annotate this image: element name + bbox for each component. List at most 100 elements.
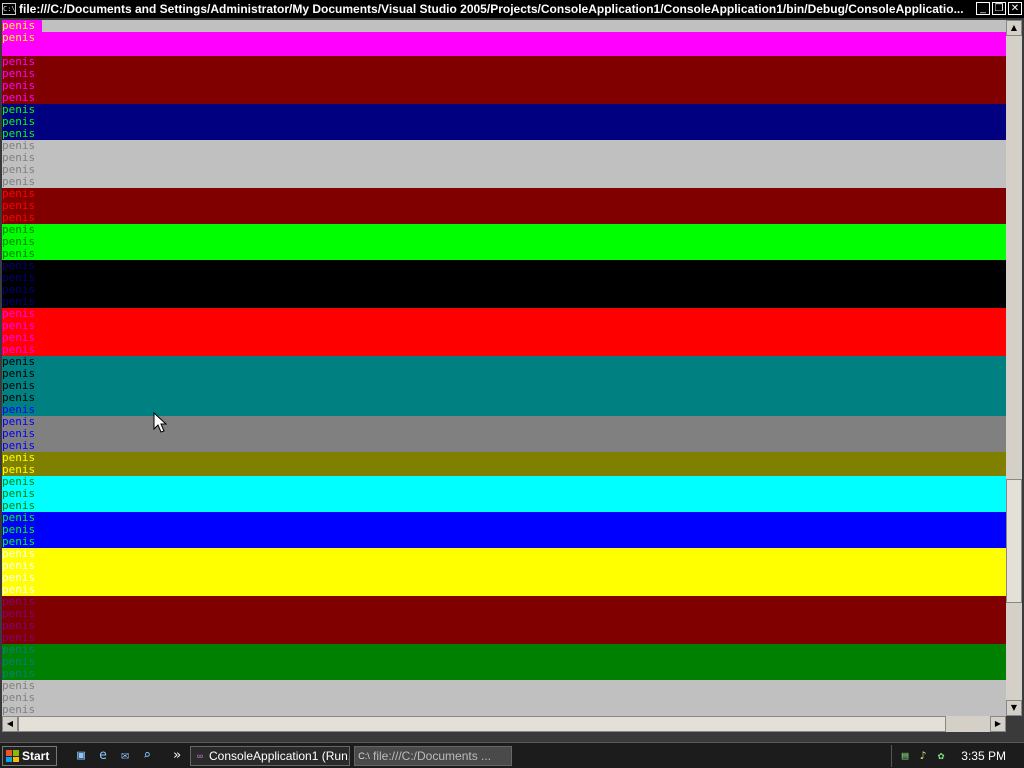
console-line: penis [2, 116, 42, 128]
taskbar-button[interactable]: C:\ file:///C:/Documents ... [354, 746, 512, 766]
console-line: penis [2, 200, 42, 212]
taskbar-button-label: ConsoleApplication1 (Run... [209, 749, 350, 763]
console-icon: C:\ [358, 751, 370, 761]
console-line: penis [2, 392, 42, 404]
scroll-left-arrow-icon[interactable]: ◀ [2, 716, 18, 732]
taskbar-button[interactable]: ∞ ConsoleApplication1 (Run... [190, 746, 350, 766]
internet-explorer-icon[interactable]: e [94, 747, 112, 765]
network-icon[interactable]: ▤ [898, 749, 912, 763]
console-line: penis [2, 404, 42, 416]
show-desktop-icon[interactable]: ▣ [72, 747, 90, 765]
console-output-area[interactable]: penis penis penis penis penis penis penis penis… [2, 20, 1006, 716]
console-line: penis [2, 620, 42, 632]
window-title-bar[interactable]: C:\ file:///C:/Documents and Settings/Ad… [0, 0, 1024, 18]
console-color-band [2, 140, 1006, 188]
console-color-band [2, 104, 1006, 140]
console-color-band [2, 20, 1006, 32]
console-color-band [2, 56, 1006, 104]
console-line: penis [2, 176, 42, 188]
console-icon[interactable]: C:\ [2, 3, 16, 15]
start-button[interactable]: Start [2, 746, 57, 766]
console-line: penis [2, 368, 42, 380]
console-line: penis [2, 656, 42, 668]
taskbar: Start » ▤ ♪ ✿ 3:35 PM ▣ e ✉ ⌕ ∞ ConsoleApplicat… [0, 742, 1024, 768]
console-line: penis [2, 356, 42, 368]
console-line: penis [2, 428, 42, 440]
console-line: penis [2, 152, 42, 164]
console-line: penis [2, 332, 42, 344]
horizontal-scrollbar[interactable]: ◀ ▶ [2, 716, 1006, 732]
console-line: penis [2, 644, 42, 656]
volume-icon[interactable]: ♪ [916, 749, 930, 763]
horizontal-scroll-thumb[interactable] [18, 716, 946, 732]
minimize-button[interactable]: _ [976, 2, 990, 15]
scroll-up-arrow-icon[interactable]: ▲ [1006, 20, 1022, 36]
console-line: penis [2, 584, 42, 596]
console-line: penis [2, 68, 42, 80]
console-line: penis [2, 44, 42, 56]
console-line: penis [2, 524, 42, 536]
console-line: penis [2, 224, 42, 236]
console-line: penis [2, 440, 42, 452]
console-line: penis [2, 20, 42, 32]
vertical-scrollbar[interactable]: ▲ ▼ [1006, 20, 1022, 716]
console-color-band [2, 452, 1006, 476]
console-line: penis [2, 248, 42, 260]
console-line: penis [2, 416, 42, 428]
close-button[interactable]: ✕ [1008, 2, 1022, 15]
console-line: penis [2, 380, 42, 392]
console-line: penis [2, 260, 42, 272]
system-tray: ▤ ♪ ✿ 3:35 PM [891, 745, 1024, 767]
console-line: penis [2, 488, 42, 500]
console-color-band [2, 308, 1006, 356]
console-color-band [2, 32, 1006, 56]
window-title: file:///C:/Documents and Settings/Admini… [19, 2, 964, 16]
quick-launch-overflow-icon[interactable]: » [168, 747, 186, 765]
console-line: penis [2, 128, 42, 140]
console-line: penis [2, 512, 42, 524]
console-line: penis [2, 596, 42, 608]
console-line: penis [2, 140, 42, 152]
console-line: penis [2, 632, 42, 644]
messenger-icon[interactable]: ✿ [934, 749, 948, 763]
mouse-pointer-icon [153, 412, 168, 433]
windows-flag-icon [6, 750, 19, 762]
console-color-band [2, 224, 1006, 260]
console-color-band [2, 680, 1006, 716]
scroll-right-arrow-icon[interactable]: ▶ [990, 716, 1006, 732]
search-icon[interactable]: ⌕ [138, 747, 156, 765]
console-line: penis [2, 536, 42, 548]
console-line: penis [2, 212, 42, 224]
restore-button[interactable]: ❐ [992, 2, 1006, 15]
console-line: penis [2, 236, 42, 248]
console-line: penis [2, 92, 42, 104]
console-color-band [2, 512, 1006, 548]
console-line: penis [2, 344, 42, 356]
scroll-down-arrow-icon[interactable]: ▼ [1006, 700, 1022, 716]
console-color-band [2, 596, 1006, 644]
console-line: penis [2, 560, 42, 572]
console-line: penis [2, 272, 42, 284]
visual-studio-icon: ∞ [196, 751, 204, 761]
vertical-scroll-thumb[interactable] [1006, 478, 1022, 603]
console-line: penis [2, 476, 42, 488]
console-color-band [2, 356, 1006, 416]
console-line: penis [2, 692, 42, 704]
console-line: penis [2, 320, 42, 332]
console-color-band [2, 188, 1006, 224]
console-line: penis [2, 548, 42, 560]
console-line: penis [2, 80, 42, 92]
taskbar-button-label: file:///C:/Documents ... [373, 749, 492, 763]
console-line: penis [2, 668, 42, 680]
console-line: penis [2, 188, 42, 200]
console-line: penis [2, 680, 42, 692]
console-color-band [2, 476, 1006, 512]
console-color-band [2, 548, 1006, 596]
outlook-icon[interactable]: ✉ [116, 747, 134, 765]
console-line: penis [2, 608, 42, 620]
console-line: penis [2, 704, 42, 716]
console-line: penis [2, 164, 42, 176]
console-color-band [2, 260, 1006, 308]
console-line: penis [2, 308, 42, 320]
clock[interactable]: 3:35 PM [961, 749, 1006, 763]
